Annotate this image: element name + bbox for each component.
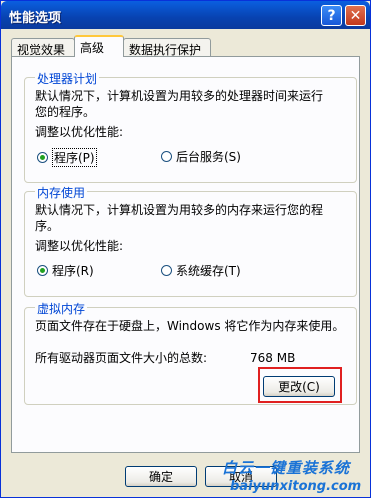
memory-cache-label: 系统缓存(T): [176, 264, 241, 278]
radio-unchecked-icon[interactable]: [161, 265, 172, 276]
processor-adjust-label: 调整以优化性能:: [35, 125, 124, 139]
memory-programs-label: 程序(R): [52, 264, 94, 278]
processor-description: 默认情况下，计算机设置为用较多的处理器时间来运行 您的程序。: [35, 88, 345, 120]
radio-unchecked-icon[interactable]: [161, 151, 172, 162]
watermark-url: baiyunxitong.com: [230, 479, 362, 494]
virtual-memory-description: 页面文件存在于硬盘上，Windows 将它作为内存来使用。: [35, 319, 345, 333]
watermark-logo: 白云一键重装系统 baiyunxitong.com: [222, 457, 370, 497]
memory-adjust-label: 调整以优化性能:: [35, 239, 124, 253]
title-bar[interactable]: 性能选项 ? ✕: [1, 1, 370, 29]
processor-description-line2: 您的程序。: [35, 105, 96, 119]
processor-background-label: 后台服务(S): [176, 150, 241, 164]
help-icon: ?: [327, 7, 336, 24]
ok-button[interactable]: 确定: [125, 466, 197, 487]
memory-description: 默认情况下，计算机设置为用较多的内存来运行您的程 序。: [35, 202, 345, 234]
paging-file-total-label: 所有驱动器页面文件大小的总数:: [35, 351, 208, 365]
processor-description-line1: 默认情况下，计算机设置为用较多的处理器时间来运行: [35, 89, 324, 103]
processor-scheduling-title: 处理器计划: [35, 70, 100, 87]
virtual-memory-title: 虚拟内存: [35, 300, 88, 317]
processor-scheduling-group: 处理器计划 默认情况下，计算机设置为用较多的处理器时间来运行 您的程序。 调整以…: [24, 70, 357, 183]
close-icon: ✕: [349, 7, 362, 24]
tab-dep[interactable]: 数据执行保护: [123, 38, 211, 57]
memory-description-line1: 默认情况下，计算机设置为用较多的内存来运行您的程: [35, 203, 324, 217]
performance-options-window: 性能选项 ? ✕ 视觉效果 高级 数据执行保护 处理器计划 默认情况下，计算机设…: [0, 0, 371, 498]
memory-description-line2: 序。: [35, 219, 60, 233]
tab-advanced[interactable]: 高级: [74, 35, 124, 57]
processor-programs-label: 程序(P): [52, 148, 97, 167]
highlight-annotation: [258, 367, 342, 403]
memory-usage-group: 内存使用 默认情况下，计算机设置为用较多的内存来运行您的程 序。 调整以优化性能…: [24, 184, 357, 297]
tab-visual-effects[interactable]: 视觉效果: [11, 38, 75, 57]
memory-programs-option[interactable]: 程序(R): [37, 262, 94, 279]
radio-checked-icon[interactable]: [37, 265, 48, 276]
radio-checked-icon[interactable]: [37, 152, 48, 163]
processor-programs-option[interactable]: 程序(P): [37, 148, 97, 167]
processor-background-option[interactable]: 后台服务(S): [161, 148, 241, 165]
paging-file-total-value: 768 MB: [250, 351, 296, 365]
help-button[interactable]: ?: [321, 5, 342, 26]
window-title: 性能选项: [9, 11, 62, 26]
watermark-title: 白云一键重装系统: [222, 459, 351, 477]
memory-usage-title: 内存使用: [35, 184, 88, 201]
close-button[interactable]: ✕: [345, 5, 366, 26]
memory-cache-option[interactable]: 系统缓存(T): [161, 262, 241, 279]
